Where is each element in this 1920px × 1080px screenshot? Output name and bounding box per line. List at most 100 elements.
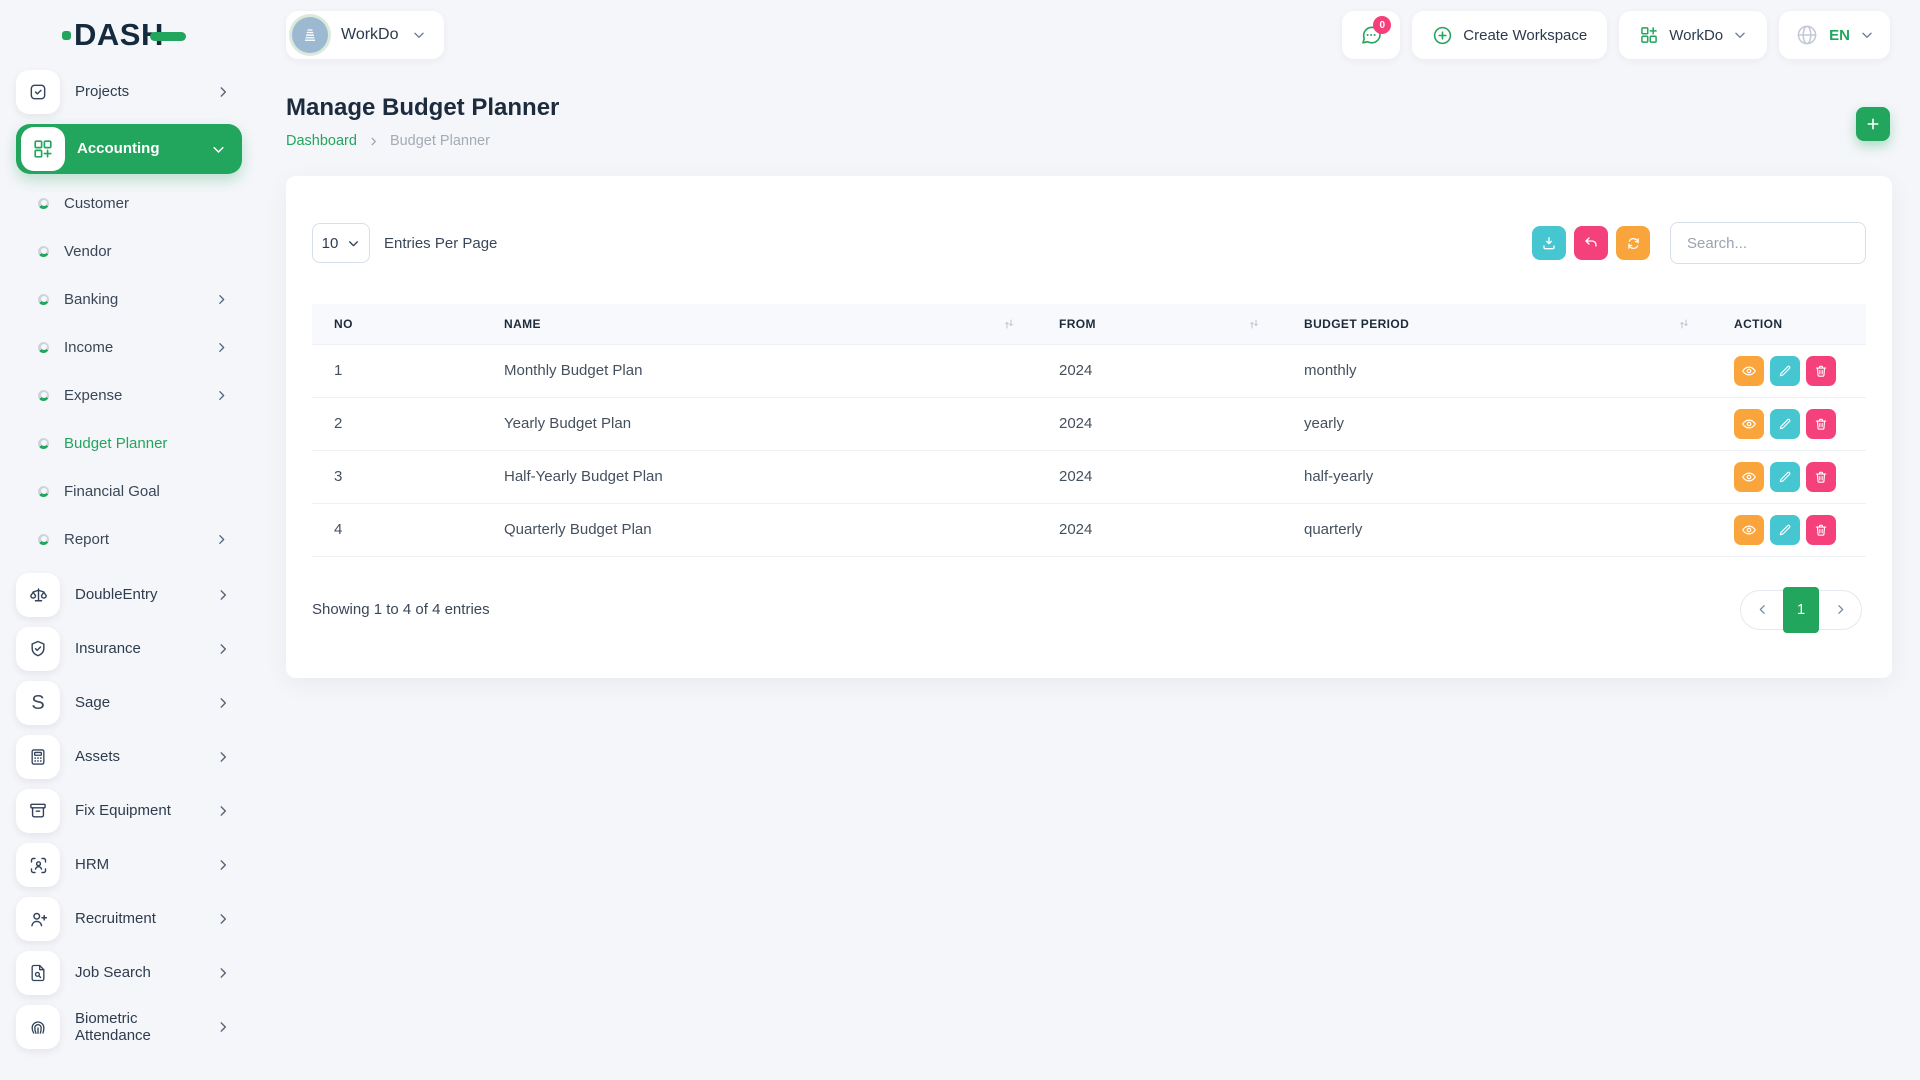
column-header-budget-period[interactable]: BUDGET PERIOD <box>1282 304 1712 344</box>
cell-no: 1 <box>312 344 482 397</box>
sidebar-item-financial-goal[interactable]: Financial Goal <box>16 477 260 505</box>
sidebar-item-label: Fix Equipment <box>75 802 216 819</box>
chevron-right-icon <box>216 588 230 602</box>
sidebar-item-banking[interactable]: Banking <box>16 285 260 313</box>
sidebar-item-fix-equipment[interactable]: Fix Equipment <box>16 789 242 833</box>
sidebar-item-sage[interactable]: S Sage <box>16 681 242 725</box>
scale-icon <box>16 573 60 617</box>
sidebar-item-biometric-attendance[interactable]: Biometric Attendance <box>16 1005 242 1049</box>
delete-button[interactable] <box>1806 462 1836 492</box>
check-square-icon <box>16 70 60 114</box>
sidebar-item-accounting[interactable]: Accounting <box>16 124 242 174</box>
sidebar-item-job-search[interactable]: Job Search <box>16 951 242 995</box>
edit-button[interactable] <box>1770 515 1800 545</box>
edit-button[interactable] <box>1770 356 1800 386</box>
cell-period: monthly <box>1282 344 1712 397</box>
chevron-right-icon <box>216 85 230 99</box>
submenu-label: Report <box>64 531 109 548</box>
sidebar-item-report[interactable]: Report <box>16 525 260 553</box>
undo-arrow-icon <box>1583 235 1599 251</box>
search-input[interactable] <box>1670 222 1866 264</box>
entries-per-page-label: Entries Per Page <box>384 235 497 252</box>
delete-button[interactable] <box>1806 356 1836 386</box>
top-bar-right: 0 Create Workspace WorkDo EN <box>1342 11 1890 59</box>
sage-s-icon: S <box>16 681 60 725</box>
workspace-switcher[interactable]: WorkDo <box>286 11 444 59</box>
submenu-label: Budget Planner <box>64 435 167 452</box>
chevron-right-icon <box>216 858 230 872</box>
edit-button[interactable] <box>1770 462 1800 492</box>
chevron-right-icon <box>216 750 230 764</box>
refresh-button[interactable] <box>1616 226 1650 260</box>
sidebar-item-vendor[interactable]: Vendor <box>16 237 260 265</box>
submenu-label: Vendor <box>64 243 112 260</box>
submenu-label: Expense <box>64 387 122 404</box>
view-button[interactable] <box>1734 462 1764 492</box>
delete-button[interactable] <box>1806 409 1836 439</box>
create-budget-button[interactable] <box>1856 107 1890 141</box>
sidebar-item-doubleentry[interactable]: DoubleEntry <box>16 573 242 617</box>
chevron-down-icon <box>412 28 426 42</box>
pagination-prev-button[interactable] <box>1741 590 1783 630</box>
chevron-right-icon <box>216 642 230 656</box>
column-header-name[interactable]: NAME <box>482 304 1037 344</box>
entries-per-page-select[interactable]: 10 <box>312 223 370 263</box>
messages-button[interactable]: 0 <box>1342 11 1400 59</box>
plus-circle-icon <box>1432 25 1453 46</box>
reset-button[interactable] <box>1574 226 1608 260</box>
messages-badge: 0 <box>1373 16 1391 34</box>
cell-period: quarterly <box>1282 503 1712 556</box>
top-bar: WorkDo 0 Create Workspace WorkDo <box>260 0 1920 70</box>
sidebar-item-projects[interactable]: Projects <box>16 70 242 114</box>
cell-no: 4 <box>312 503 482 556</box>
create-workspace-button[interactable]: Create Workspace <box>1412 11 1607 59</box>
breadcrumb-current: Budget Planner <box>390 133 490 149</box>
sort-icon <box>1248 318 1260 330</box>
trash-icon <box>1814 364 1828 378</box>
pencil-icon <box>1778 470 1792 484</box>
export-button[interactable] <box>1532 226 1566 260</box>
sidebar-item-recruitment[interactable]: Recruitment <box>16 897 242 941</box>
column-header-no[interactable]: NO <box>312 304 482 344</box>
grid-plus-icon <box>1639 25 1659 45</box>
bullet-icon <box>38 486 49 497</box>
sidebar-item-income[interactable]: Income <box>16 333 260 361</box>
sidebar-item-expense[interactable]: Expense <box>16 381 260 409</box>
entries-summary: Showing 1 to 4 of 4 entries <box>312 601 490 618</box>
bullet-icon <box>38 246 49 257</box>
document-search-icon <box>16 951 60 995</box>
plus-icon <box>1865 116 1881 132</box>
bullet-icon <box>38 294 49 305</box>
sidebar-item-customer[interactable]: Customer <box>16 189 260 217</box>
budget-planner-table: NO NAME FROM BUDGET PERIOD ACTION 1 Mont… <box>312 304 1866 557</box>
main-content: Manage Budget Planner Dashboard Budget P… <box>260 70 1920 1080</box>
sidebar-item-insurance[interactable]: Insurance <box>16 627 242 671</box>
language-selector[interactable]: EN <box>1779 11 1890 59</box>
chevron-right-icon <box>215 533 228 546</box>
cell-no: 2 <box>312 397 482 450</box>
edit-button[interactable] <box>1770 409 1800 439</box>
view-button[interactable] <box>1734 409 1764 439</box>
chevron-right-icon <box>215 293 228 306</box>
workdo-menu-label: WorkDo <box>1669 27 1723 44</box>
workdo-menu-button[interactable]: WorkDo <box>1619 11 1767 59</box>
sidebar-item-label: Job Search <box>75 964 216 981</box>
sidebar-item-budget-planner[interactable]: Budget Planner <box>16 429 260 457</box>
column-header-from[interactable]: FROM <box>1037 304 1282 344</box>
view-button[interactable] <box>1734 515 1764 545</box>
page-title: Manage Budget Planner <box>286 94 1890 122</box>
trash-icon <box>1814 417 1828 431</box>
chevron-down-icon <box>347 237 360 250</box>
language-code: EN <box>1829 27 1850 44</box>
shield-check-icon <box>16 627 60 671</box>
view-button[interactable] <box>1734 356 1764 386</box>
sidebar-item-hrm[interactable]: HRM <box>16 843 242 887</box>
delete-button[interactable] <box>1806 515 1836 545</box>
submenu-label: Banking <box>64 291 118 308</box>
sidebar-item-assets[interactable]: Assets <box>16 735 242 779</box>
pagination-current-page[interactable]: 1 <box>1783 587 1819 633</box>
app-logo[interactable]: DASH <box>0 0 260 70</box>
eye-icon <box>1741 363 1757 379</box>
pagination-next-button[interactable] <box>1819 590 1861 630</box>
breadcrumb-dashboard-link[interactable]: Dashboard <box>286 133 357 149</box>
